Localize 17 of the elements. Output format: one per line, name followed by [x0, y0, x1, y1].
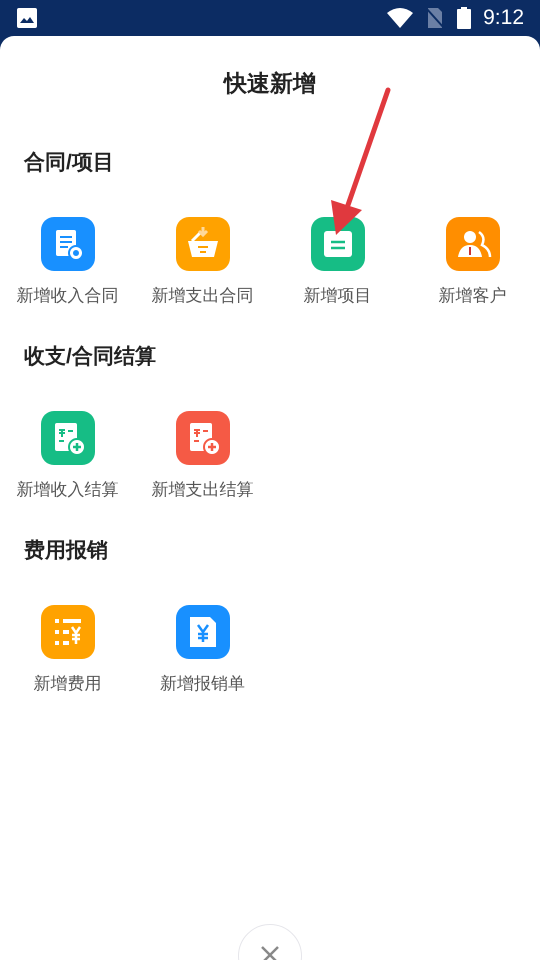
shortcut-item[interactable]: 新增项目: [270, 217, 405, 306]
shortcut-item[interactable]: 新增支出合同: [135, 217, 270, 306]
section-title: 费用报销: [24, 538, 108, 564]
shortcut-item[interactable]: 新增支出结算: [135, 411, 270, 500]
shortcut-item[interactable]: 新增费用: [0, 605, 135, 694]
section-title: 收支/合同结算: [24, 344, 156, 370]
battery-icon: [457, 7, 472, 29]
status-time: 9:12: [483, 5, 524, 32]
shortcut-item[interactable]: 新增收入结算: [0, 411, 135, 500]
close-icon: [260, 945, 280, 960]
section-title: 合同/项目: [24, 150, 114, 176]
wifi-icon: [387, 8, 414, 28]
sheet-title: 快速新增: [224, 69, 316, 98]
shortcut-item[interactable]: 新增收入合同: [0, 217, 135, 306]
shortcut-item[interactable]: 新增报销单: [135, 605, 270, 694]
image-icon: [16, 7, 38, 29]
shortcut-item[interactable]: 新增客户: [405, 217, 540, 306]
